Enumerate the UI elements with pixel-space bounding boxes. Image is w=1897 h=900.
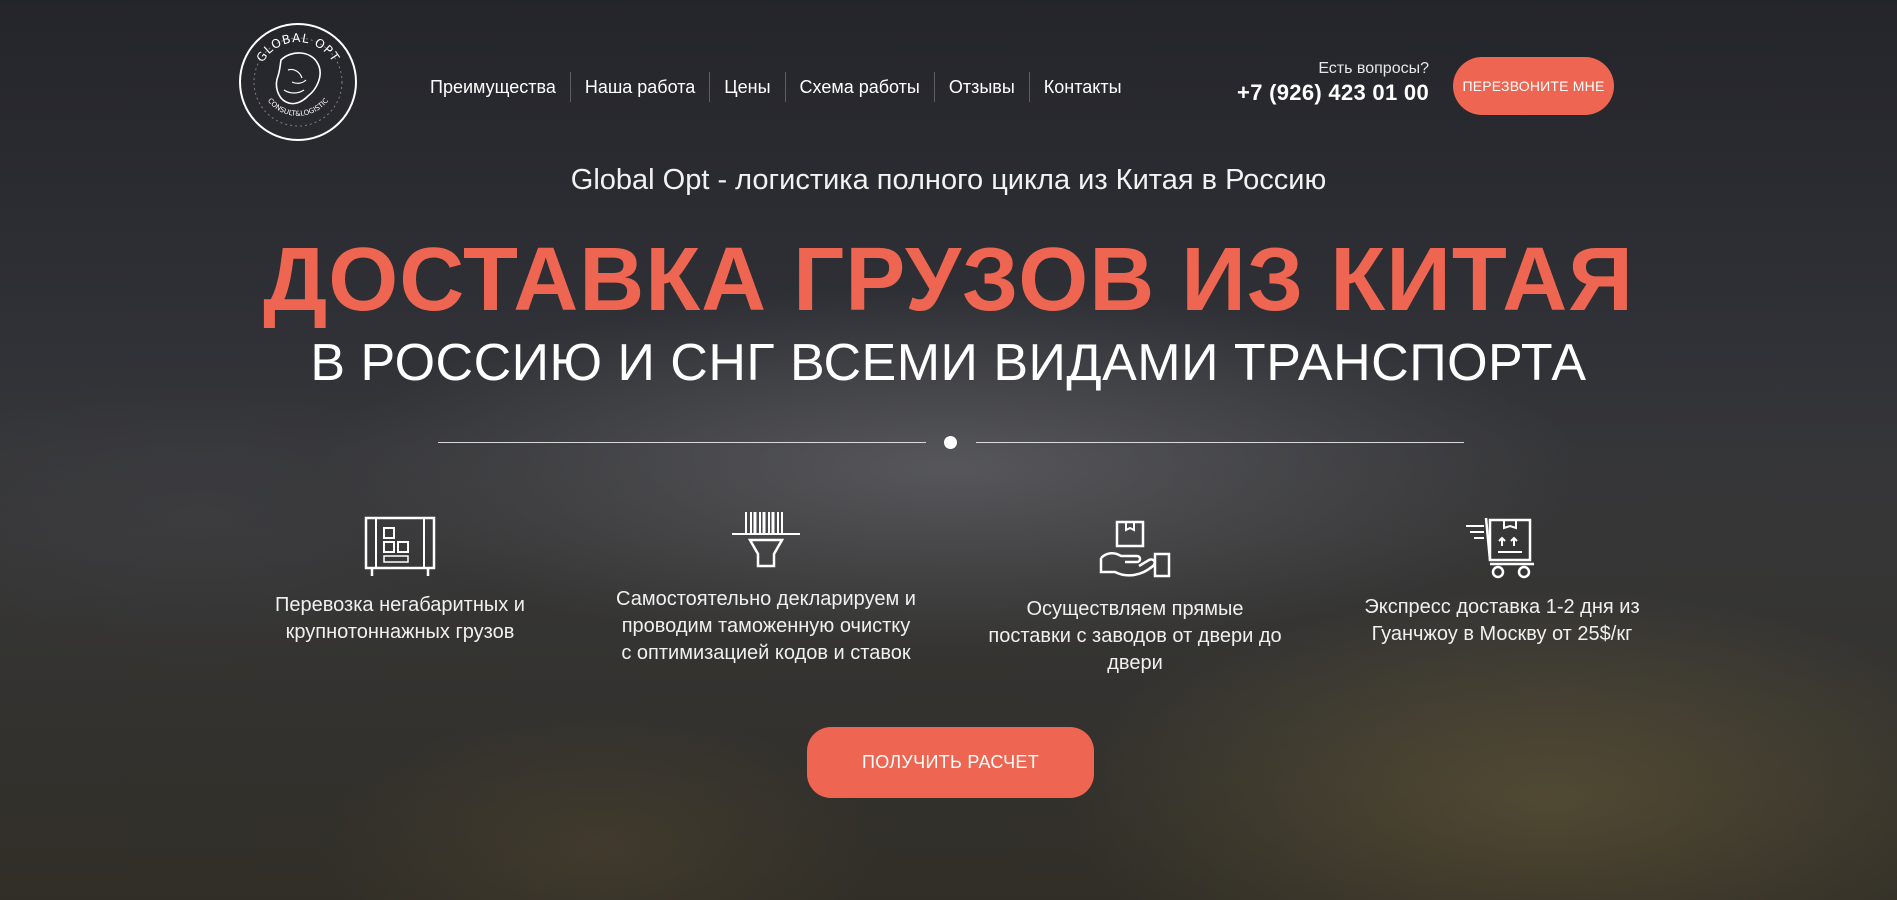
feature-text: Экспресс доставка 1-2 дня из Гуанчжоу в … (1364, 596, 1640, 645)
feature-item: Экспресс доставка 1-2 дня из Гуанчжоу в … (1352, 516, 1652, 648)
divider-line-right (976, 442, 1464, 443)
nav-item-workflow[interactable]: Схема работы (784, 72, 934, 102)
divider-dot (944, 436, 957, 449)
feature-item: Самостоятельно декларируем и проводим та… (616, 508, 916, 667)
delivery-cart-icon (1466, 517, 1534, 579)
feature-item: Перевозка негабаритных и крупнотоннажных… (250, 514, 550, 646)
get-quote-button[interactable]: ПОЛУЧИТЬ РАСЧЕТ (807, 727, 1094, 798)
nav-item-prices[interactable]: Цены (709, 72, 784, 102)
svg-text:CONSULT&LOGISTIC: CONSULT&LOGISTIC (266, 97, 330, 118)
barcode-scanner-icon (732, 512, 800, 568)
feature-text: Осуществляем прямые поставки с заводов о… (988, 598, 1282, 674)
nav-item-contacts[interactable]: Контакты (1028, 72, 1136, 102)
feature-text: Самостоятельно декларируем и проводим та… (616, 588, 916, 664)
logo-bottom-text: CONSULT&LOGISTIC (266, 97, 330, 118)
phone-number[interactable]: +7 (926) 423 01 00 (1237, 80, 1429, 106)
divider-line-left (438, 442, 926, 443)
svg-text:GLOBAL OPT: GLOBAL OPT (254, 31, 343, 65)
container-icon (364, 516, 436, 576)
logo[interactable]: GLOBAL OPT CONSULT&LOGISTIC (236, 20, 360, 144)
nav-item-reviews[interactable]: Отзывы (933, 72, 1029, 102)
nav-item-advantages[interactable]: Преимущества (420, 72, 570, 102)
hero-tagline: Global Opt - логистика полного цикла из … (570, 164, 1327, 196)
logo-top-text: GLOBAL OPT (254, 31, 342, 65)
feature-item: Осуществляем прямые поставки с заводов о… (985, 518, 1285, 677)
hero-subtitle: В РОССИЮ И СНГ ВСЕМИ ВИДАМИ ТРАНСПОРТА (310, 334, 1587, 392)
header-contact: Есть вопросы? +7 (926) 423 01 00 (1237, 60, 1429, 106)
hand-box-icon (1099, 520, 1171, 578)
nav-item-our-work[interactable]: Наша работа (569, 72, 709, 102)
main-nav: Преимущества Наша работа Цены Схема рабо… (420, 72, 1136, 102)
contact-question: Есть вопросы? (1318, 60, 1429, 77)
callback-button[interactable]: ПЕРЕЗВОНИТЕ МНЕ (1453, 57, 1614, 115)
hero-title: ДОСТАВКА ГРУЗОВ ИЗ КИТАЯ (263, 230, 1634, 330)
feature-text: Перевозка негабаритных и крупнотоннажных… (275, 594, 525, 643)
